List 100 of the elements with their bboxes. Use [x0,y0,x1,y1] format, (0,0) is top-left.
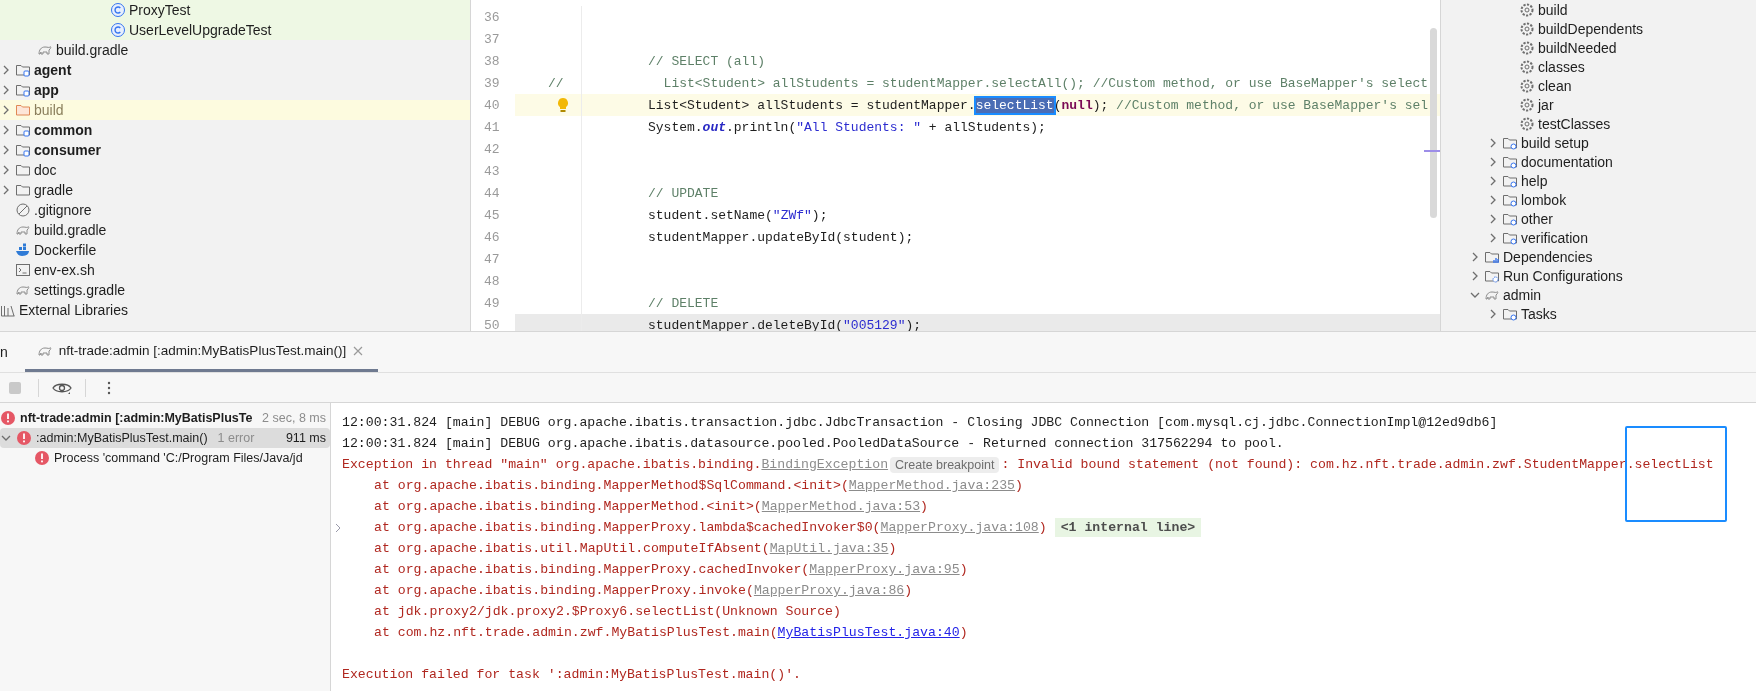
task-item[interactable]: classes [1538,58,1585,75]
source-link[interactable]: MapperProxy.java:95 [809,562,960,577]
tree-item[interactable]: documentation [1521,153,1613,170]
gear-icon [1519,96,1535,113]
lightbulb-icon[interactable] [556,97,570,113]
line-number: 39 [483,75,501,91]
error-text: at org.apache.ibatis.binding.MapperProxy.cachedInvoker( [374,562,810,577]
error-text: at org.apache.ibatis.util.MapUtil.computeIfAbsent( [374,541,770,556]
error-stripe-mark [1424,150,1440,152]
folder-icon [15,102,31,118]
file-name[interactable]: Dockerfile [34,242,97,258]
create-breakpoint-chip[interactable]: Create breakpoint [890,456,1000,473]
error-text: at org.apache.ibatis.binding.MapperProxy.lambda$cachedInvoker$0( [374,520,881,535]
tree-item[interactable]: verification [1521,229,1588,246]
code-token: List<Student> allStudents = studentMapper. [648,97,976,113]
code-token: ( [1053,97,1062,113]
line-number: 47 [483,251,501,267]
task-item[interactable]: clean [1538,77,1572,94]
code-token: null [1061,97,1093,113]
task-item[interactable]: jar [1538,96,1554,113]
duration: 911 ms [285,431,326,445]
folder-icon [15,162,31,178]
source-link[interactable]: MapperProxy.java:86 [753,583,905,598]
error-text: at org.apache.ibatis.binding.MapperProxy.invoke( [374,583,754,598]
class-icon [110,2,126,18]
file-name[interactable]: agent [34,62,72,78]
file-name[interactable]: build [34,102,64,118]
ignore-icon [15,202,31,218]
gear-icon [1519,39,1535,56]
code-token: out [702,119,726,135]
line-number: 45 [483,207,501,223]
error-count: 1 error [217,431,255,445]
code-token: "005129" [843,317,906,331]
run-tree-item[interactable]: Process 'command 'C:/Program Files/Java/jd [0,448,330,468]
code-token: studentMapper.updateById(student); [648,229,914,245]
terminal-icon [15,262,31,278]
run-tree-item[interactable]: nft-trade:admin [:admin:MyBatisPlusTe 2 sec, 8 ms [0,408,330,428]
code-token: // DELETE [648,295,719,311]
error-text: ) [888,541,897,556]
error-text: ) [959,562,968,577]
gear-icon [1519,1,1535,18]
tool-window-title: n [0,343,9,362]
file-name[interactable]: common [34,122,93,138]
error-text: ) [1015,478,1023,493]
run-item-label: :admin:MyBatisPlusTest.main() [36,431,208,445]
file-name[interactable]: consumer [34,142,101,158]
fold-chevron-icon[interactable] [333,522,343,533]
line-number: 37 [483,31,501,47]
tree-item[interactable]: help [1521,172,1548,189]
gear-icon [1519,20,1535,37]
error-text: at org.apache.ibatis.binding.MapperMethod$SqlCommand.<init>( [374,478,849,493]
module-folder-icon [15,142,31,158]
file-name[interactable]: External Libraries [19,302,128,318]
file-name[interactable]: .gitignore [34,202,92,218]
task-item[interactable]: build [1538,1,1568,18]
file-name[interactable]: build.gradle [56,42,129,58]
line-number: 40 [483,97,501,113]
task-item[interactable]: testClasses [1538,115,1611,132]
run-tree-item[interactable]: :admin:MyBatisPlusTest.main() 1 error 911 ms [0,428,330,448]
file-name[interactable]: UserLevelUpgradeTest [129,22,272,38]
tab-label: nft-trade:admin [:admin:MyBatisPlusTest.main()] [58,343,347,358]
internal-lines-badge[interactable]: <1 internal line> [1054,518,1202,537]
error-text: at com.hz.nft.trade.admin.zwf.MyBatisPlusTest.main( [374,625,778,640]
file-name[interactable]: gradle [34,182,73,198]
code-token: //Custom method, or use BaseMapper's sel [1116,97,1429,113]
tree-item[interactable]: lombok [1521,191,1567,208]
console-text: 12:00:31.824 [main] DEBUG org.apache.ibatis.transaction.jdbc.JdbcTransaction - Closing JDBC Connection [com.mysql.cj.jdbc.ConnectionImpl@12ed9db6] [342,415,1498,430]
duration: 2 sec, 8 ms [262,411,326,425]
source-link[interactable]: MapperMethod.java:235 [848,478,1016,493]
tree-item[interactable]: build setup [1521,134,1589,151]
source-link[interactable]: MyBatisPlusTest.java:40 [777,625,960,640]
tree-item[interactable]: Dependencies [1503,248,1593,265]
source-link[interactable]: MapperMethod.java:53 [761,499,921,514]
tree-item[interactable]: Tasks [1521,305,1557,322]
run-item-label: nft-trade:admin [:admin:MyBatisPlusTe [20,411,253,425]
file-name[interactable]: app [34,82,59,98]
selected-text: selectList [973,95,1056,115]
line-number: 44 [483,185,501,201]
file-name[interactable]: settings.gradle [34,282,126,298]
code-token: ); [811,207,828,223]
file-name[interactable]: ProxyTest [129,2,191,18]
tree-item[interactable]: other [1521,210,1553,227]
file-name[interactable]: build.gradle [34,222,107,238]
file-name[interactable]: doc [34,162,57,178]
error-text: ) [959,625,968,640]
code-token: // SELECT (all) [648,53,766,69]
source-link[interactable]: MapperProxy.java:108 [880,520,1039,535]
task-item[interactable]: buildNeeded [1538,39,1617,56]
code-token: ); [1092,97,1110,113]
tree-item[interactable]: Run Configurations [1503,267,1623,284]
line-number: 38 [483,53,501,69]
error-text: ) [1038,520,1047,535]
scrollbar-thumb[interactable] [1430,28,1437,218]
module-folder-icon [15,122,31,138]
tree-item[interactable]: admin [1503,286,1542,303]
task-item[interactable]: buildDependents [1538,20,1644,37]
gear-icon [1519,115,1535,132]
folder-icon [15,182,31,198]
code-token: System. [648,119,703,135]
file-name[interactable]: env-ex.sh [34,262,95,278]
